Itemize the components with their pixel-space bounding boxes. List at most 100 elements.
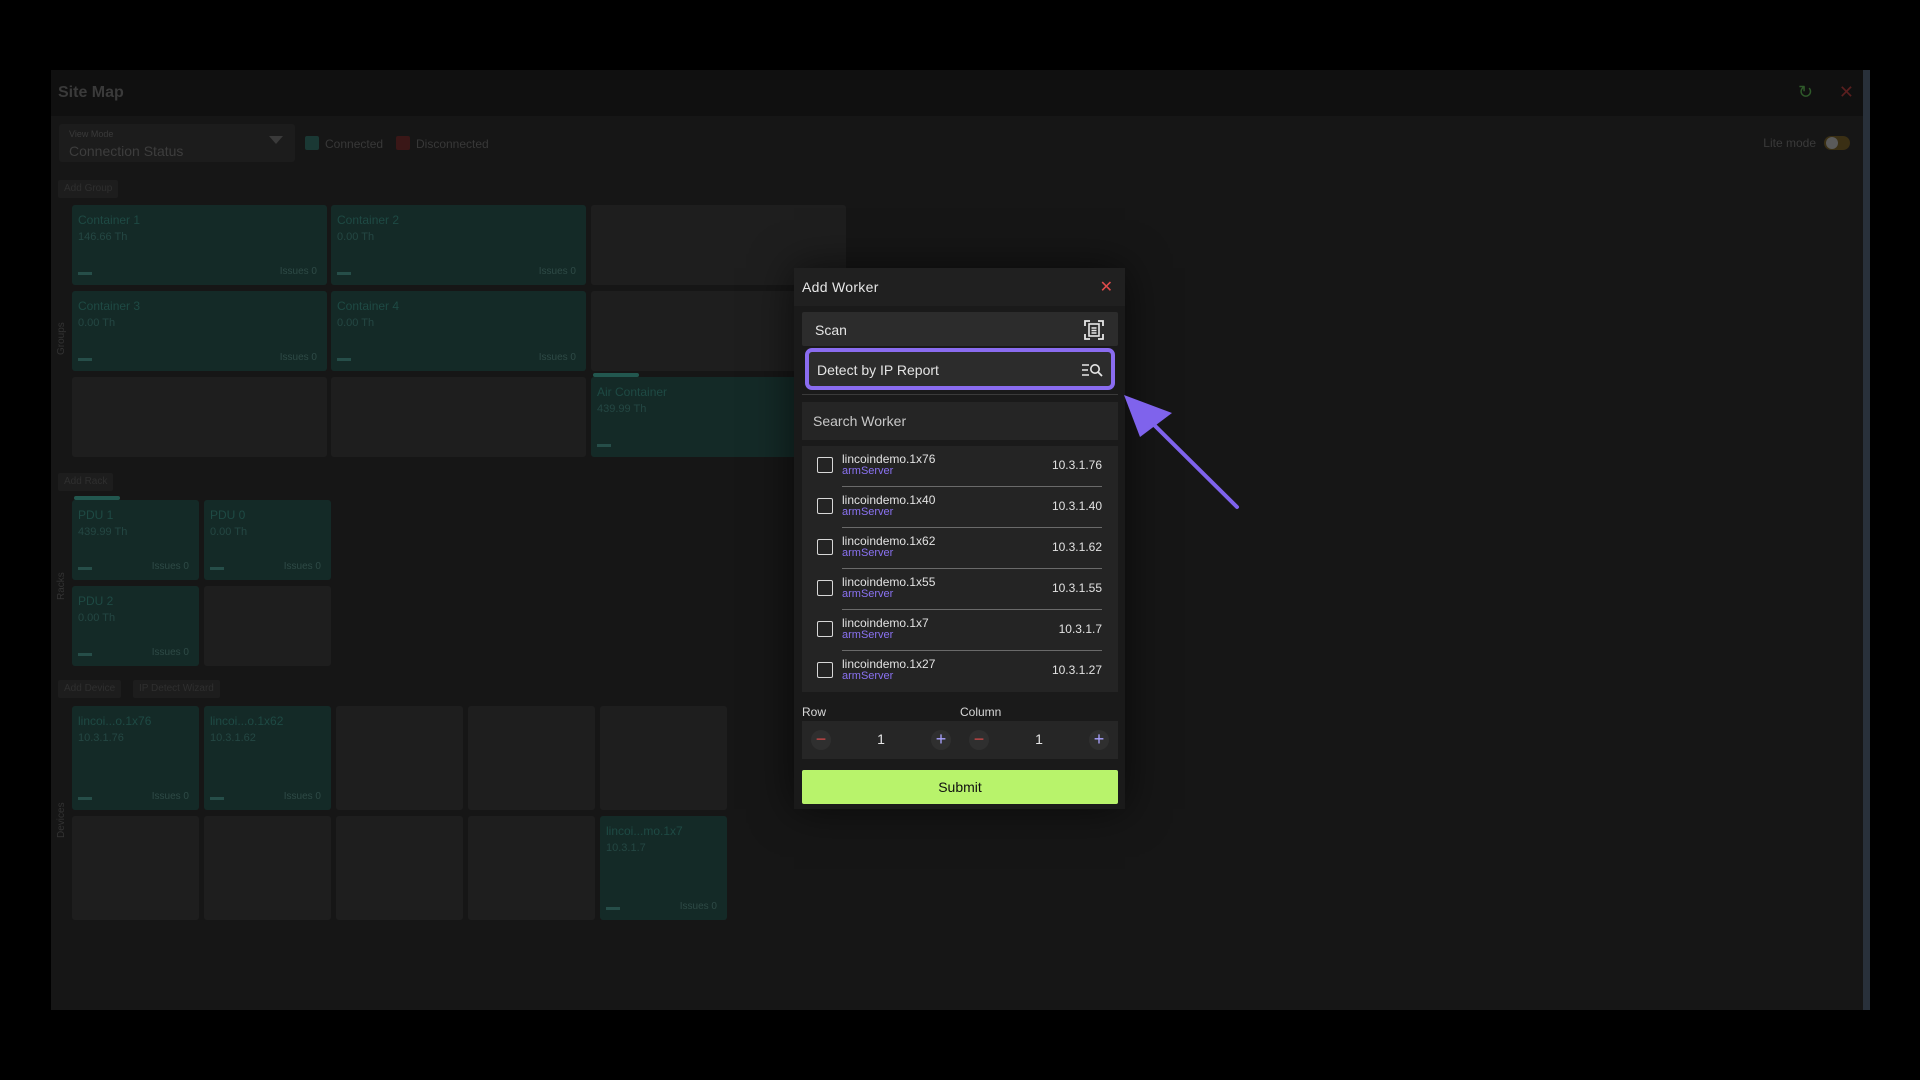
row-stepper: − 1 + xyxy=(802,721,960,759)
rack-name: PDU 1 xyxy=(78,508,114,522)
add-group-button[interactable]: Add Group xyxy=(58,180,119,198)
worker-name: lincoindemo.1x7 xyxy=(842,616,929,630)
worker-ip: 10.3.1.55 xyxy=(1051,581,1102,595)
worker-checkbox[interactable] xyxy=(817,498,833,514)
group-name: Container 4 xyxy=(337,299,400,313)
rack-cell[interactable]: PDU 2 0.00 Th Issues 0 xyxy=(72,586,199,666)
group-hashrate: 0.00 Th xyxy=(337,317,375,329)
window-title: Site Map xyxy=(58,84,124,101)
status-bar xyxy=(593,373,639,377)
scrollbar[interactable] xyxy=(1863,70,1870,1010)
device-cell[interactable]: lincoi...o.1x62 10.3.1.62 Issues 0 xyxy=(204,706,331,810)
column-label: Column xyxy=(960,705,1002,719)
worker-type: armServer xyxy=(842,588,894,600)
device-name: lincoi...o.1x62 xyxy=(210,714,284,728)
rack-cell[interactable]: PDU 1 439.99 Th Issues 0 xyxy=(72,496,199,580)
chevron-down-icon xyxy=(269,136,283,144)
worker-type: armServer xyxy=(842,670,894,682)
ip-detect-wizard-button[interactable]: IP Detect Wizard xyxy=(133,680,220,698)
screen: Site Map ↻ ✕ View Mode Connection Status… xyxy=(0,0,1920,1080)
search-worker-input[interactable] xyxy=(802,402,1118,440)
disconnected-swatch xyxy=(396,136,410,150)
empty-device-slot[interactable] xyxy=(468,706,595,810)
legend-connected: Connected xyxy=(305,136,383,151)
status-dash xyxy=(210,797,224,800)
empty-device-slot[interactable] xyxy=(204,816,331,920)
legend-disconnected: Disconnected xyxy=(396,136,489,151)
group-cell[interactable]: Container 4 0.00 Th Issues 0 xyxy=(331,291,586,371)
worker-row[interactable]: lincoindemo.1x55 armServer 10.3.1.55 xyxy=(802,569,1118,610)
empty-device-slot[interactable] xyxy=(468,816,595,920)
worker-checkbox[interactable] xyxy=(817,580,833,596)
refresh-icon[interactable]: ↻ xyxy=(1798,83,1816,101)
lite-mode-label: Lite mode xyxy=(1763,136,1816,150)
worker-row[interactable]: lincoindemo.1x40 armServer 10.3.1.40 xyxy=(802,487,1118,528)
worker-name: lincoindemo.1x76 xyxy=(842,452,936,466)
device-cell[interactable]: lincoi...o.1x76 10.3.1.76 Issues 0 xyxy=(72,706,199,810)
legend-disconnected-label: Disconnected xyxy=(416,137,489,151)
column-increment-button[interactable]: + xyxy=(1089,730,1109,750)
empty-device-slot[interactable] xyxy=(72,816,199,920)
column-value[interactable]: 1 xyxy=(1000,731,1078,747)
empty-group-slot[interactable] xyxy=(72,377,327,457)
detect-label: Detect by IP Report xyxy=(817,362,939,378)
group-cell[interactable]: Container 2 0.00 Th Issues 0 xyxy=(331,205,586,285)
rack-issues: Issues 0 xyxy=(151,561,189,572)
row-decrement-button[interactable]: − xyxy=(811,730,831,750)
submit-button[interactable]: Submit xyxy=(802,770,1118,804)
device-ip: 10.3.1.76 xyxy=(78,732,124,744)
add-device-button[interactable]: Add Device xyxy=(58,680,122,698)
worker-checkbox[interactable] xyxy=(817,662,833,678)
worker-row[interactable]: lincoindemo.1x7 armServer 10.3.1.7 xyxy=(802,610,1118,651)
close-icon[interactable]: ✕ xyxy=(1100,277,1113,297)
worker-ip: 10.3.1.27 xyxy=(1051,663,1102,677)
rack-hashrate: 0.00 Th xyxy=(78,612,116,624)
detect-by-ip-report-option[interactable]: Detect by IP Report xyxy=(805,348,1115,390)
column-decrement-button[interactable]: − xyxy=(969,730,989,750)
side-label-groups: Groups xyxy=(56,322,67,355)
scan-option[interactable]: Scan xyxy=(802,312,1118,346)
empty-device-slot[interactable] xyxy=(336,706,463,810)
group-cell[interactable]: Container 1 146.66 Th Issues 0 xyxy=(72,205,327,285)
row-value[interactable]: 1 xyxy=(842,731,920,747)
worker-type: armServer xyxy=(842,547,894,559)
rack-issues: Issues 0 xyxy=(283,561,321,572)
group-name: Container 3 xyxy=(78,299,141,313)
lite-mode-toggle[interactable] xyxy=(1824,136,1850,150)
worker-row[interactable]: lincoindemo.1x27 armServer 10.3.1.27 xyxy=(802,651,1118,692)
worker-row[interactable]: lincoindemo.1x76 armServer 10.3.1.76 xyxy=(802,446,1118,487)
empty-rack-slot[interactable] xyxy=(204,586,331,666)
worker-name: lincoindemo.1x62 xyxy=(842,534,936,548)
group-cell[interactable]: Container 3 0.00 Th Issues 0 xyxy=(72,291,327,371)
worker-ip: 10.3.1.7 xyxy=(1058,622,1102,636)
status-dash xyxy=(606,907,620,910)
window-titlebar: Site Map ↻ ✕ xyxy=(51,70,1870,116)
device-ip: 10.3.1.62 xyxy=(210,732,256,744)
group-issues: Issues 0 xyxy=(279,352,317,363)
device-cell[interactable]: lincoi...mo.1x7 10.3.1.7 Issues 0 xyxy=(600,816,727,920)
rack-cell[interactable]: PDU 0 0.00 Th Issues 0 xyxy=(204,500,331,580)
status-dash xyxy=(597,444,611,447)
group-name: Air Container xyxy=(597,385,668,399)
worker-type: armServer xyxy=(842,506,894,518)
worker-row[interactable]: lincoindemo.1x62 armServer 10.3.1.62 xyxy=(802,528,1118,569)
row-increment-button[interactable]: + xyxy=(931,730,951,750)
rack-hashrate: 439.99 Th xyxy=(78,526,128,538)
view-mode-select[interactable]: View Mode Connection Status xyxy=(59,124,295,162)
group-name: Container 2 xyxy=(337,213,400,227)
worker-checkbox[interactable] xyxy=(817,457,833,473)
empty-device-slot[interactable] xyxy=(336,816,463,920)
worker-ip: 10.3.1.40 xyxy=(1051,499,1102,513)
window-close-icon[interactable]: ✕ xyxy=(1839,82,1854,103)
empty-group-slot[interactable] xyxy=(331,377,586,457)
status-dash xyxy=(78,797,92,800)
device-issues: Issues 0 xyxy=(151,791,189,802)
worker-checkbox[interactable] xyxy=(817,621,833,637)
empty-device-slot[interactable] xyxy=(600,706,727,810)
add-rack-button[interactable]: Add Rack xyxy=(58,473,114,491)
annotation-arrow-icon xyxy=(1124,395,1239,509)
view-mode-value: Connection Status xyxy=(69,143,184,159)
connected-swatch xyxy=(305,136,319,150)
worker-checkbox[interactable] xyxy=(817,539,833,555)
lite-mode: Lite mode xyxy=(1763,136,1850,150)
